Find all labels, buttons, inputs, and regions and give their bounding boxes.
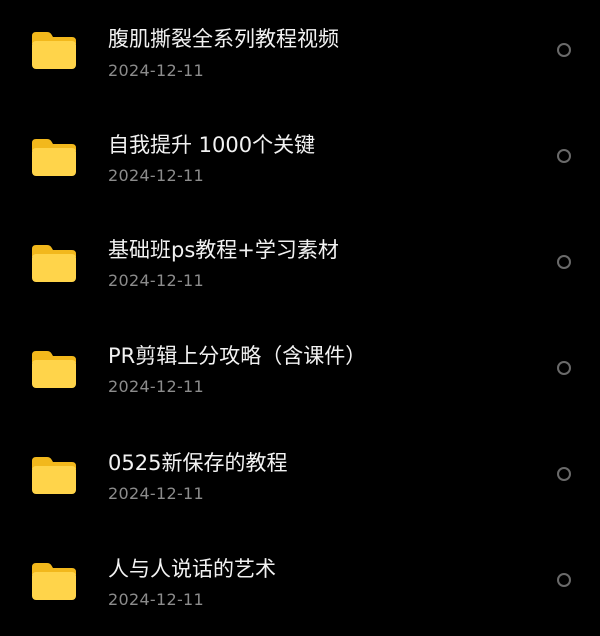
list-item[interactable]: 自我提升 1000个关键 2024-12-11 [0,106,600,212]
file-name: 基础班ps教程+学习素材 [108,238,339,262]
file-date: 2024-12-11 [108,590,204,609]
file-name: PR剪辑上分攻略（含课件） [108,344,367,368]
radio-unselected-icon[interactable] [557,573,571,587]
list-item[interactable]: 腹肌撕裂全系列教程视频 2024-12-11 [0,0,600,106]
list-item[interactable]: 基础班ps教程+学习素材 2024-12-11 [0,212,600,318]
list-item[interactable]: 人与人说话的艺术 2024-12-11 [0,530,600,636]
file-list: 腹肌撕裂全系列教程视频 2024-12-11 自我提升 1000个关键 2024… [0,0,600,628]
file-name: 腹肌撕裂全系列教程视频 [108,27,339,51]
folder-icon [30,349,78,389]
folder-icon [30,243,78,283]
file-date: 2024-12-11 [108,377,204,396]
list-item[interactable]: 0525新保存的教程 2024-12-11 [0,424,600,530]
folder-icon [30,455,78,495]
radio-unselected-icon[interactable] [557,361,571,375]
file-name: 0525新保存的教程 [108,451,288,475]
list-item[interactable]: PR剪辑上分攻略（含课件） 2024-12-11 [0,318,600,424]
file-date: 2024-12-11 [108,61,204,80]
radio-unselected-icon[interactable] [557,43,571,57]
file-name: 人与人说话的艺术 [108,557,276,581]
radio-unselected-icon[interactable] [557,255,571,269]
file-date: 2024-12-11 [108,166,204,185]
folder-icon [30,561,78,601]
file-name: 自我提升 1000个关键 [108,133,316,157]
file-date: 2024-12-11 [108,271,204,290]
radio-unselected-icon[interactable] [557,467,571,481]
folder-icon [30,30,78,70]
file-date: 2024-12-11 [108,484,204,503]
folder-icon [30,137,78,177]
radio-unselected-icon[interactable] [557,149,571,163]
